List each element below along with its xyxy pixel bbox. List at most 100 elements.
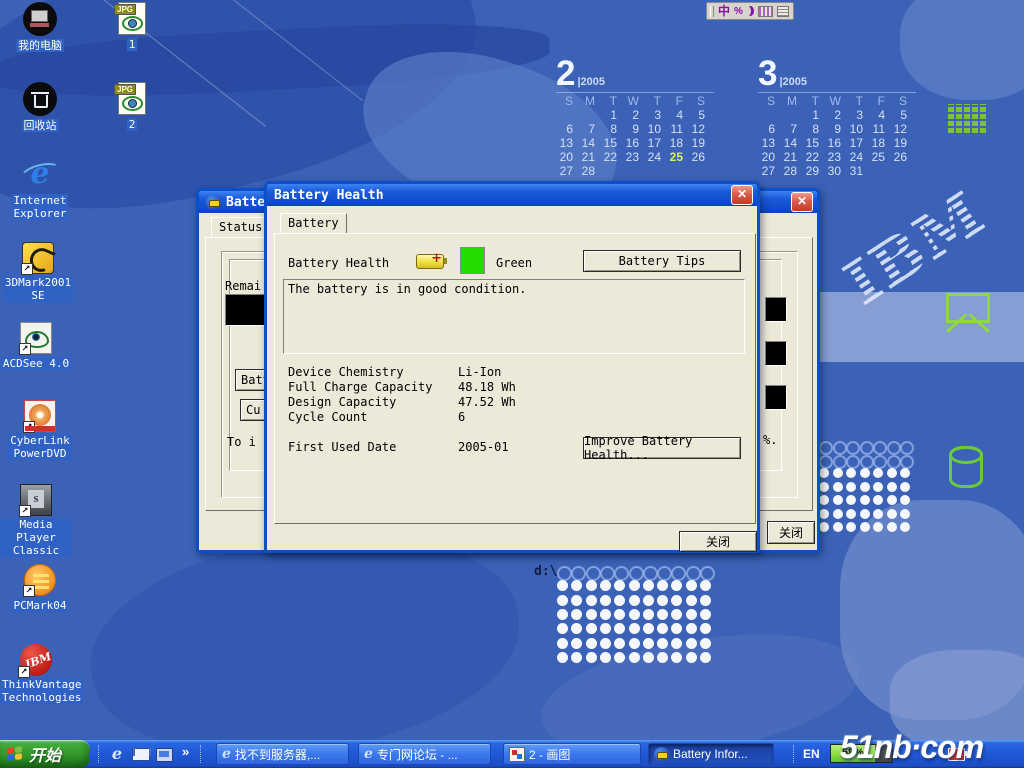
taskbar-task-2[interactable]: e专门网论坛 - ... bbox=[358, 743, 491, 765]
desktop-icon-mpc[interactable]: ↗Media PlayerClassic bbox=[0, 484, 72, 559]
decorative-dot bbox=[643, 566, 658, 581]
decorative-dot bbox=[557, 580, 568, 591]
decorative-dot bbox=[657, 623, 668, 634]
ime-soft-keyboard-icon[interactable] bbox=[758, 6, 773, 17]
ime-fullwidth-icon[interactable]: % bbox=[734, 6, 743, 17]
decorative-dot bbox=[571, 638, 582, 649]
taskbar-task-1[interactable]: e找不到服务器,... bbox=[216, 743, 349, 765]
desktop-icon-internet-explorer[interactable]: eInternetExplorer bbox=[4, 158, 76, 222]
windows-logo-icon bbox=[7, 746, 23, 763]
close-icon[interactable]: ✕ bbox=[791, 192, 813, 212]
calendar-day: 20 bbox=[758, 150, 780, 164]
language-indicator[interactable]: EN bbox=[803, 747, 820, 761]
calendar-day: 21 bbox=[780, 150, 802, 164]
ime-language-bar[interactable]: 中 % bbox=[706, 2, 794, 20]
decorative-dot bbox=[557, 638, 568, 649]
decorative-dot bbox=[819, 495, 829, 505]
quicklaunch-internet-explorer[interactable]: e bbox=[108, 745, 126, 763]
decorative-dot bbox=[600, 623, 611, 634]
battery-detail-row: Full Charge Capacity48.18 Wh bbox=[288, 380, 728, 395]
decorative-dot bbox=[686, 595, 697, 606]
start-button[interactable]: 开始 bbox=[0, 740, 90, 768]
calendar-day: 15 bbox=[802, 136, 824, 150]
ime-menu-icon[interactable] bbox=[777, 6, 789, 17]
close-button-health[interactable]: 关闭 bbox=[679, 531, 757, 552]
tray-battery-meter[interactable]: 58% bbox=[830, 744, 893, 763]
decorative-dot bbox=[700, 566, 715, 581]
ime-punctuation-icon[interactable] bbox=[747, 6, 754, 16]
desktop-icon-my-computer[interactable]: 我的电脑 bbox=[4, 2, 76, 54]
decorative-dot bbox=[846, 509, 856, 519]
tray-battery-percent: 58% bbox=[831, 745, 875, 762]
battery-health-icon bbox=[416, 254, 444, 269]
desktop-file-jpg[interactable]: JPG2 bbox=[96, 82, 168, 133]
decorative-dot bbox=[643, 609, 654, 620]
decorative-dot bbox=[900, 455, 914, 469]
battery-app-icon bbox=[206, 195, 221, 210]
cylinder-icon bbox=[949, 446, 983, 488]
desktop-icon-acdsee[interactable]: ↗ACDSee 4.0 bbox=[0, 322, 72, 372]
decorative-dot bbox=[586, 638, 597, 649]
tab-battery[interactable]: Battery bbox=[280, 213, 347, 233]
calendar-weekday-row: SMTWTFS bbox=[556, 92, 714, 108]
desktop-icon-3dmark[interactable]: ↗3DMark2001SE bbox=[2, 242, 74, 304]
jpg-tag-label: JPG bbox=[114, 84, 136, 95]
desktop-icon-powerdvd[interactable]: ↗CyberLinkPowerDVD bbox=[4, 400, 76, 462]
desktop-file-jpg[interactable]: JPG1 bbox=[96, 2, 168, 53]
battery-information-title: Batte bbox=[226, 195, 265, 210]
calendar-year: |2005 bbox=[779, 76, 807, 88]
ime-grip-handle[interactable] bbox=[710, 6, 714, 17]
quicklaunch-mail[interactable] bbox=[132, 745, 150, 763]
calendar-day: 16 bbox=[622, 136, 644, 150]
tab-status[interactable]: Status bbox=[211, 217, 270, 237]
calendar-day: 25 bbox=[868, 150, 890, 164]
decorative-dot bbox=[586, 609, 597, 620]
calendar-day bbox=[644, 164, 666, 178]
decorative-dot bbox=[686, 638, 697, 649]
desktop-icon-thinkvantage[interactable]: ↗ThinkVantageTechnologies bbox=[0, 644, 72, 706]
decorative-dot bbox=[643, 638, 654, 649]
improve-battery-health-button[interactable]: Improve Battery Health... bbox=[583, 437, 741, 459]
calendar-day: 3 bbox=[644, 108, 666, 122]
decorative-dot bbox=[873, 522, 883, 532]
decorative-dot bbox=[629, 623, 640, 634]
desktop-icon-recycle-bin[interactable]: 回收站 bbox=[4, 82, 76, 134]
3dmark-icon: ↗ bbox=[22, 242, 54, 274]
shortcut-arrow-icon: ↗ bbox=[19, 343, 31, 355]
battery-tips-button[interactable]: Battery Tips bbox=[583, 250, 741, 272]
quicklaunch-overflow-chevron[interactable]: » bbox=[182, 744, 189, 759]
calendar-day bbox=[780, 108, 802, 122]
calendar-weekday-row: SMTWTFS bbox=[758, 92, 916, 108]
calendar-day: 7 bbox=[780, 122, 802, 136]
close-icon[interactable]: ✕ bbox=[731, 185, 753, 205]
percent-label: %. bbox=[763, 433, 777, 447]
desktop-icon-pcmark[interactable]: ↗PCMark04 bbox=[4, 564, 76, 614]
battery-health-titlebar[interactable]: Battery Health ✕ bbox=[267, 184, 757, 206]
calendar-day: 7 bbox=[578, 122, 600, 136]
decorative-dot bbox=[887, 522, 897, 532]
desktop-icon-label: InternetExplorer bbox=[12, 194, 69, 220]
decorative-dot bbox=[557, 595, 568, 606]
quicklaunch-show-desktop[interactable] bbox=[156, 745, 174, 763]
calendar-day: 22 bbox=[802, 150, 824, 164]
acdsee-icon: ↗ bbox=[20, 322, 52, 354]
decorative-dot bbox=[873, 509, 883, 519]
calendar-weekday: S bbox=[688, 94, 710, 108]
taskbar-task-3[interactable]: 2 - 画图 bbox=[503, 743, 641, 765]
decorative-dot bbox=[900, 482, 910, 492]
ime-chinese-mode-icon[interactable]: 中 bbox=[718, 4, 730, 18]
tray-battery-icon[interactable] bbox=[948, 748, 965, 761]
close-button-info[interactable]: 关闭 bbox=[767, 521, 815, 544]
calendar-day: 24 bbox=[846, 150, 868, 164]
decorative-dot bbox=[600, 638, 611, 649]
calendar-day: 10 bbox=[846, 122, 868, 136]
calendar-day: 28 bbox=[578, 164, 600, 178]
taskbar-task-4[interactable]: Battery Infor... bbox=[648, 743, 774, 765]
calendar-week-row: 20212223242526 bbox=[758, 150, 916, 164]
decorative-dot bbox=[657, 652, 668, 663]
calendar-day: 1 bbox=[600, 108, 622, 122]
calendar-day: 14 bbox=[578, 136, 600, 150]
decorative-dot bbox=[860, 482, 870, 492]
calendar-day: 24 bbox=[644, 150, 666, 164]
battery-gauge bbox=[225, 294, 269, 326]
